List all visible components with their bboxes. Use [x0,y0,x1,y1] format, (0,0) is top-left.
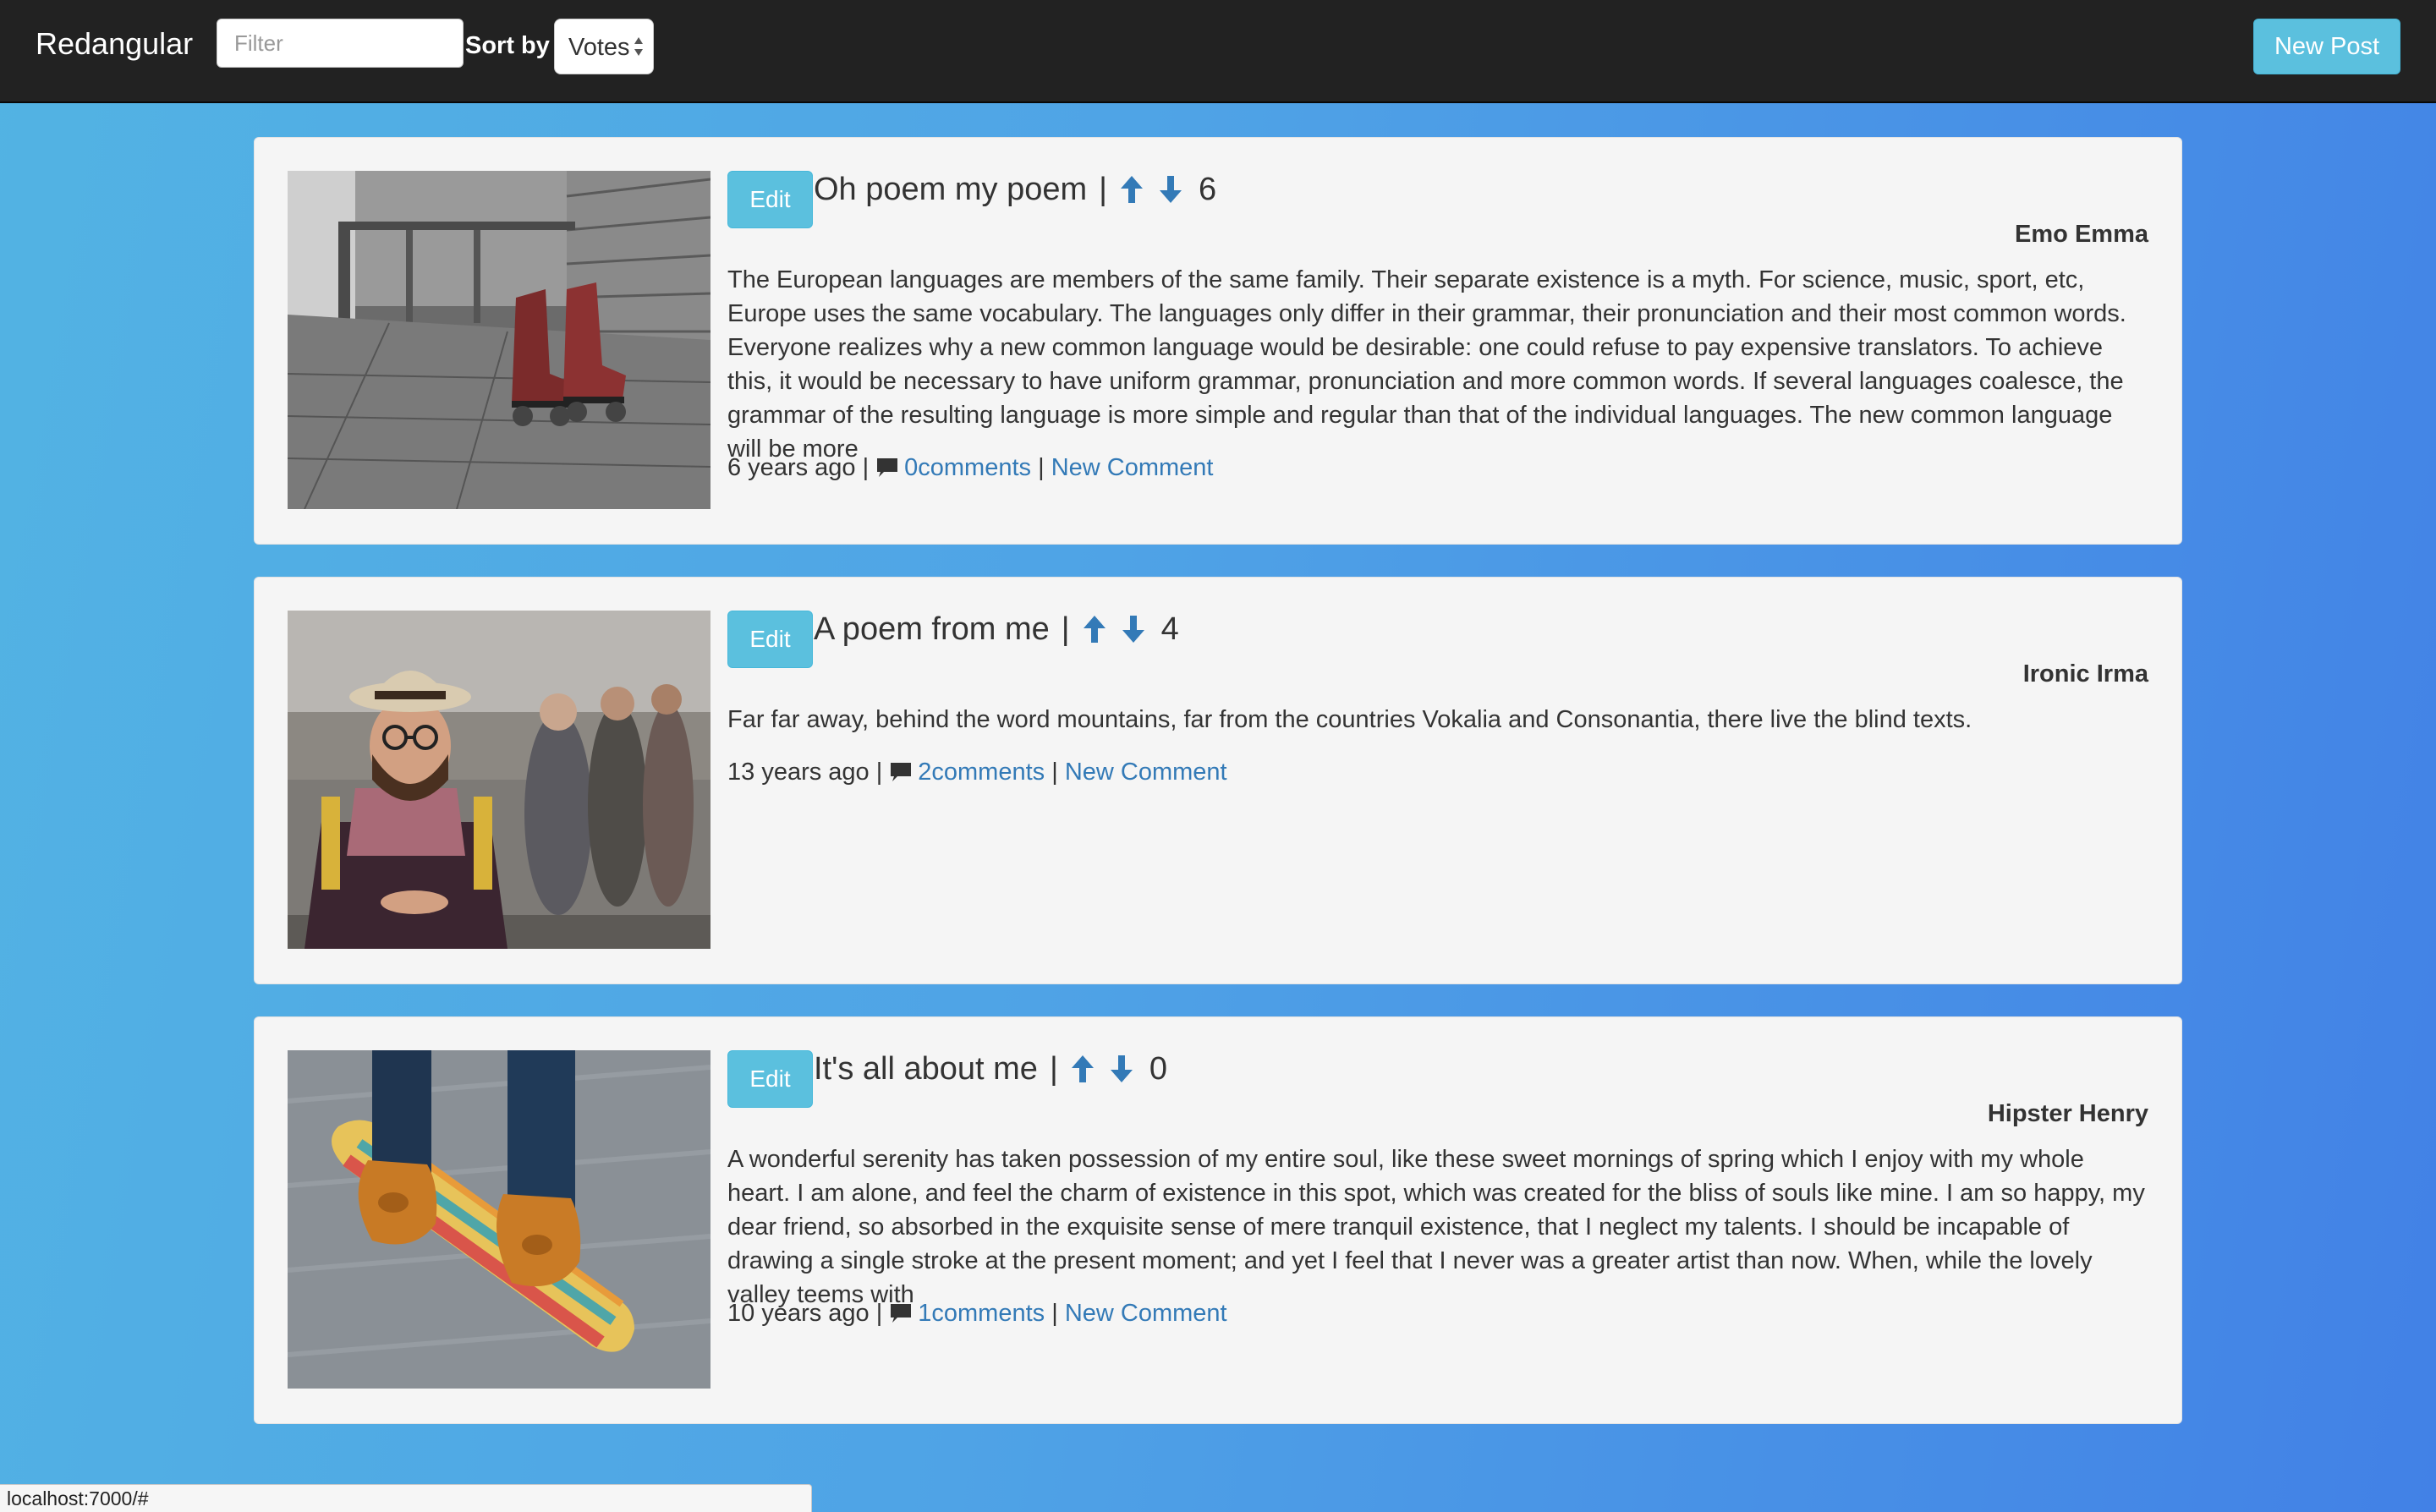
post-card: Edit It's all about me | 0 Hipster Henry… [254,1016,2182,1424]
sort-select-value: Votes [568,34,630,61]
new-post-button[interactable]: New Post [2253,19,2400,74]
post-image-skateboard [288,1050,710,1389]
sort-by-label: Sort by [465,32,550,59]
title-separator: | [1061,611,1070,647]
post-header: It's all about me | 0 [814,1048,1167,1090]
edit-button[interactable]: Edit [727,171,813,228]
post-card: Edit A poem from me | 4 Ironic Irma Far … [254,577,2182,984]
post-time: 6 years ago [727,454,856,481]
post-title[interactable]: A poem from me [814,608,1050,650]
post-image-hipster-man [288,611,710,949]
edit-button[interactable]: Edit [727,611,813,668]
post-image-roller-skates [288,171,710,509]
title-separator: | [1099,171,1108,207]
post-author: Ironic Irma [2022,660,2148,688]
arrow-up-icon[interactable] [1070,1054,1095,1084]
post-title[interactable]: It's all about me [814,1048,1038,1090]
title-separator: | [1049,1050,1058,1087]
meta-separator: | [869,759,883,786]
arrow-up-icon[interactable] [1119,174,1144,205]
post-meta: 13 years ago | 2comments | New Comment [727,755,1227,789]
new-comment-link[interactable]: New Comment [1065,1296,1227,1330]
meta-separator: | [1045,759,1065,786]
comment-icon [891,763,912,781]
edit-button[interactable]: Edit [727,1050,813,1108]
comments-link[interactable]: 1comments [918,1296,1045,1330]
arrow-down-icon[interactable] [1121,614,1146,644]
arrow-up-icon[interactable] [1082,614,1107,644]
meta-separator: | [855,454,870,481]
post-time: 13 years ago [727,759,870,786]
vote-count: 6 [1199,171,1217,207]
sort-select[interactable]: Votes [554,19,654,74]
vote-count: 0 [1149,1050,1167,1087]
comments-link[interactable]: 2comments [918,755,1045,789]
meta-separator: | [869,1300,883,1327]
post-time: 10 years ago [727,1300,870,1327]
select-arrows-icon [634,37,643,56]
new-comment-link[interactable]: New Comment [1051,451,1214,485]
vote-count: 4 [1160,611,1179,647]
post-header: A poem from me | 4 [814,608,1179,650]
comments-link[interactable]: 0comments [904,451,1031,485]
comment-icon [891,1304,912,1323]
browser-status-bar: localhost:7000/# [0,1484,812,1512]
filter-input[interactable] [217,19,464,68]
post-header: Oh poem my poem | 6 [814,168,1216,211]
post-author: Emo Emma [2015,221,2148,248]
brand-logo[interactable]: Redangular [36,25,193,63]
meta-separator: | [1031,454,1051,481]
arrow-down-icon[interactable] [1158,174,1183,205]
new-comment-link[interactable]: New Comment [1065,755,1227,789]
post-meta: 10 years ago | 1comments | New Comment [727,1296,1227,1330]
arrow-down-icon[interactable] [1109,1054,1134,1084]
comment-icon [877,458,898,477]
post-meta: 6 years ago | 0comments | New Comment [727,451,1213,485]
post-card: Edit Oh poem my poem | 6 Emo Emma The Eu… [254,137,2182,545]
post-author: Hipster Henry [1987,1100,2148,1127]
post-body: The European languages are members of th… [727,266,2126,463]
top-navbar: Redangular Sort by Votes New Post [0,0,2436,103]
meta-separator: | [1045,1300,1065,1327]
post-title[interactable]: Oh poem my poem [814,168,1087,211]
post-body: A wonderful serenity has taken possessio… [727,1146,2145,1308]
post-body: Far far away, behind the word mountains,… [727,706,1972,733]
